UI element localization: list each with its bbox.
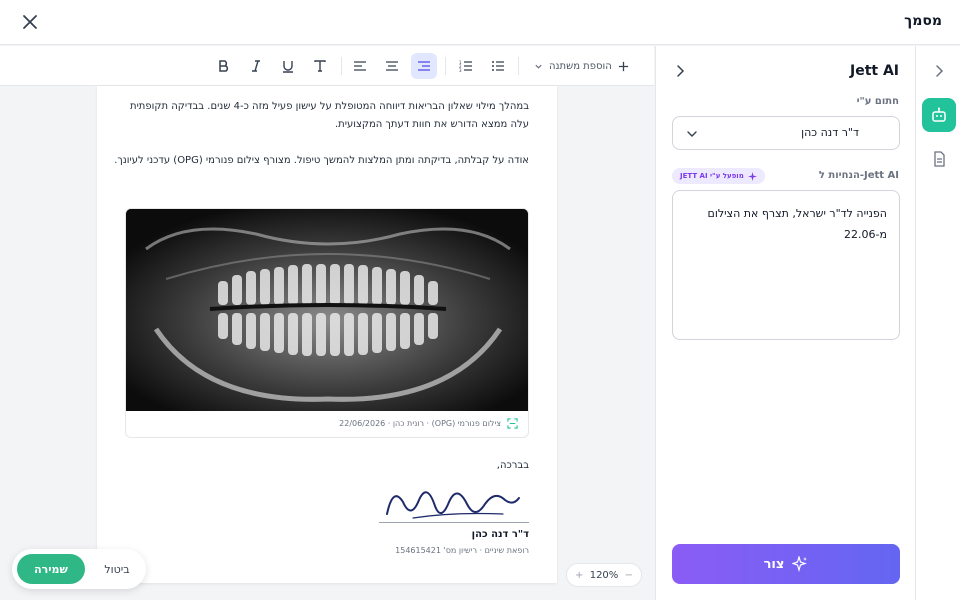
cancel-button[interactable]: ביטול bbox=[92, 554, 142, 584]
document-canvas: במהלך מילוי שאלון הבריאות דיווחה המטופלת… bbox=[0, 86, 654, 600]
text-style-button[interactable] bbox=[307, 53, 333, 79]
italic-button[interactable] bbox=[243, 53, 269, 79]
attached-xray-card[interactable]: צילום פנורמי (OPG) · רונית כהן · 22/06/2… bbox=[125, 208, 529, 438]
italic-icon bbox=[252, 60, 260, 72]
side-rail bbox=[915, 46, 960, 600]
bullet-list-button[interactable] bbox=[485, 53, 511, 79]
rail-collapse-button[interactable] bbox=[922, 54, 956, 88]
powered-by-badge: מופעל ע"י JETT AI bbox=[672, 168, 765, 184]
signer-details: רופאת שיניים · רישיון מס' 154615421 bbox=[395, 546, 529, 555]
document-icon bbox=[934, 151, 945, 167]
bold-icon bbox=[219, 60, 229, 72]
toolbar-divider bbox=[341, 57, 342, 75]
instructions-label: הנחיות ל-Jett AI bbox=[818, 170, 899, 181]
plus-icon bbox=[618, 61, 628, 71]
generate-button[interactable]: צור bbox=[672, 544, 900, 584]
panoramic-xray-image bbox=[126, 209, 528, 411]
zoom-in-button[interactable]: + bbox=[575, 570, 583, 581]
add-variable-dropdown[interactable]: הוספת משתנה bbox=[534, 57, 629, 75]
sparkle-icon bbox=[747, 171, 757, 181]
align-left-button[interactable] bbox=[347, 53, 373, 79]
align-center-button[interactable] bbox=[379, 53, 405, 79]
jett-ai-panel: Jett AI חתום ע"י ד"ר דנה כהן הנחיות ל-Je… bbox=[655, 46, 915, 600]
close-icon[interactable] bbox=[20, 12, 40, 32]
align-right-icon bbox=[418, 61, 430, 71]
numbered-list-icon: 123 bbox=[459, 60, 472, 73]
svg-text:3: 3 bbox=[459, 68, 462, 73]
chevron-left-icon bbox=[936, 65, 944, 77]
bullet-list-icon bbox=[492, 61, 504, 71]
sparkles-icon bbox=[792, 556, 808, 572]
top-bar: מסמך bbox=[0, 0, 960, 45]
rail-document-button[interactable] bbox=[922, 142, 956, 176]
image-caption: צילום פנורמי (OPG) · רונית כהן · 22/06/2… bbox=[339, 418, 518, 429]
zoom-control: + 120% − bbox=[566, 563, 642, 587]
powered-by-text: מופעל ע"י JETT AI bbox=[680, 172, 744, 180]
handwritten-signature bbox=[386, 491, 520, 519]
add-variable-label: הוספת משתנה bbox=[549, 60, 612, 72]
chevron-down-icon bbox=[535, 64, 542, 69]
numbered-list-button[interactable]: 123 bbox=[453, 53, 479, 79]
image-caption-text: צילום פנורמי (OPG) · רונית כהן · 22/06/2… bbox=[339, 419, 501, 428]
signed-by-value: ד"ר דנה כהן bbox=[801, 126, 859, 139]
robot-icon bbox=[932, 107, 946, 122]
panel-title: Jett AI bbox=[849, 63, 899, 79]
signature-line bbox=[379, 522, 529, 523]
align-center-icon bbox=[386, 61, 398, 71]
editor-toolbar: 123 הוספת משתנה bbox=[0, 46, 654, 86]
underline-icon bbox=[283, 61, 293, 73]
rail-ai-button[interactable] bbox=[922, 98, 956, 132]
save-button[interactable]: שמירה bbox=[17, 554, 85, 584]
page-title: מסמך bbox=[904, 13, 942, 29]
toolbar-divider bbox=[518, 57, 519, 75]
chevron-right-icon[interactable] bbox=[672, 63, 688, 79]
zoom-level: 120% bbox=[589, 569, 619, 581]
instructions-textarea[interactable]: הפנייה לד"ר ישראל, תצרף את הצילום מ-22.0… bbox=[672, 190, 900, 340]
document-paragraph: אודה על קבלתה, בדיקתה ומתן המלצות להמשך … bbox=[114, 155, 529, 166]
align-left-icon bbox=[354, 61, 366, 71]
underline-button[interactable] bbox=[275, 53, 301, 79]
closing-text: בברכה, bbox=[496, 460, 529, 471]
align-right-button[interactable] bbox=[411, 53, 437, 79]
zoom-out-button[interactable]: − bbox=[625, 570, 633, 581]
signer-name: ד"ר דנה כהן bbox=[471, 529, 529, 540]
signed-by-label: חתום ע"י bbox=[856, 96, 899, 107]
chevron-down-icon bbox=[687, 131, 697, 137]
text-icon bbox=[314, 60, 326, 72]
signed-by-select[interactable]: ד"ר דנה כהן bbox=[672, 116, 900, 150]
document-page[interactable]: במהלך מילוי שאלון הבריאות דיווחה המטופלת… bbox=[97, 86, 557, 583]
save-cancel-bar: שמירה ביטול bbox=[12, 549, 146, 589]
scan-icon bbox=[507, 418, 518, 429]
toolbar-divider bbox=[445, 57, 446, 75]
document-paragraph: במהלך מילוי שאלון הבריאות דיווחה המטופלת… bbox=[130, 101, 529, 130]
generate-label: צור bbox=[763, 556, 785, 572]
bold-button[interactable] bbox=[211, 53, 237, 79]
